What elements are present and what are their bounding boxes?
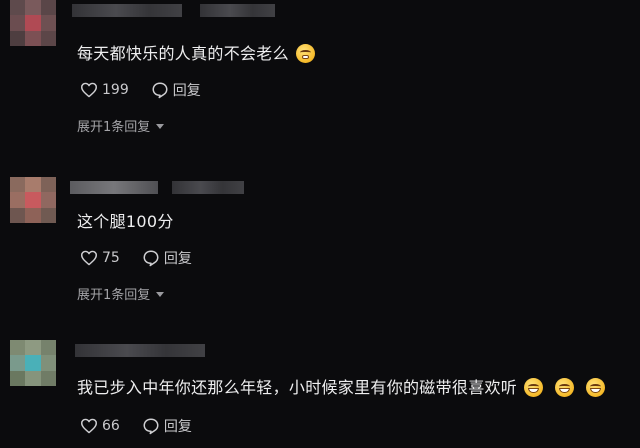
speech-bubble-icon <box>143 418 159 435</box>
reply-label: 回复 <box>163 251 192 267</box>
username[interactable] <box>75 344 205 357</box>
heart-icon <box>80 82 97 98</box>
reply-button[interactable]: 回复 <box>142 248 192 268</box>
expand-replies-button[interactable]: 展开1条回复 <box>77 284 165 303</box>
username[interactable] <box>70 181 158 194</box>
heart-icon <box>80 250 97 266</box>
username[interactable] <box>72 4 182 17</box>
like-button[interactable]: 199 <box>80 82 129 98</box>
reply-button[interactable]: 回复 <box>151 80 201 100</box>
comment-meta <box>172 181 244 194</box>
comment-actions: 199 回复 <box>80 80 201 100</box>
reply-label: 回复 <box>172 83 201 99</box>
comment-meta <box>200 4 275 17</box>
avatar[interactable] <box>10 177 56 223</box>
comment-text: 这个腿100分 <box>77 212 174 231</box>
grinning-face-icon <box>524 378 544 397</box>
caret-down-icon <box>156 291 165 297</box>
comment-text: 我已步入中年你还那么年轻，小时候家里有你的磁带很喜欢听 <box>77 374 606 398</box>
speech-bubble-icon <box>152 82 168 99</box>
like-count: 199 <box>102 82 129 98</box>
expand-replies-label: 展开1条回复 <box>77 120 151 135</box>
avatar[interactable] <box>10 0 56 46</box>
comment-text: 每天都快乐的人真的不会老么 <box>77 40 315 64</box>
expand-replies-label: 展开1条回复 <box>77 288 151 303</box>
thinking-face-icon <box>295 44 315 63</box>
grinning-face-icon <box>555 378 575 397</box>
like-count: 66 <box>102 418 120 434</box>
like-button[interactable]: 75 <box>80 250 120 266</box>
speech-bubble-icon <box>143 250 159 267</box>
comment-actions: 66 回复 <box>80 416 192 436</box>
avatar[interactable] <box>10 340 56 386</box>
comment-actions: 75 回复 <box>80 248 192 268</box>
grinning-face-icon <box>586 378 606 397</box>
reply-label: 回复 <box>163 419 192 435</box>
reply-button[interactable]: 回复 <box>142 416 192 436</box>
expand-replies-button[interactable]: 展开1条回复 <box>77 116 165 135</box>
heart-icon <box>80 418 97 434</box>
like-button[interactable]: 66 <box>80 418 120 434</box>
caret-down-icon <box>156 123 165 129</box>
like-count: 75 <box>102 250 120 266</box>
